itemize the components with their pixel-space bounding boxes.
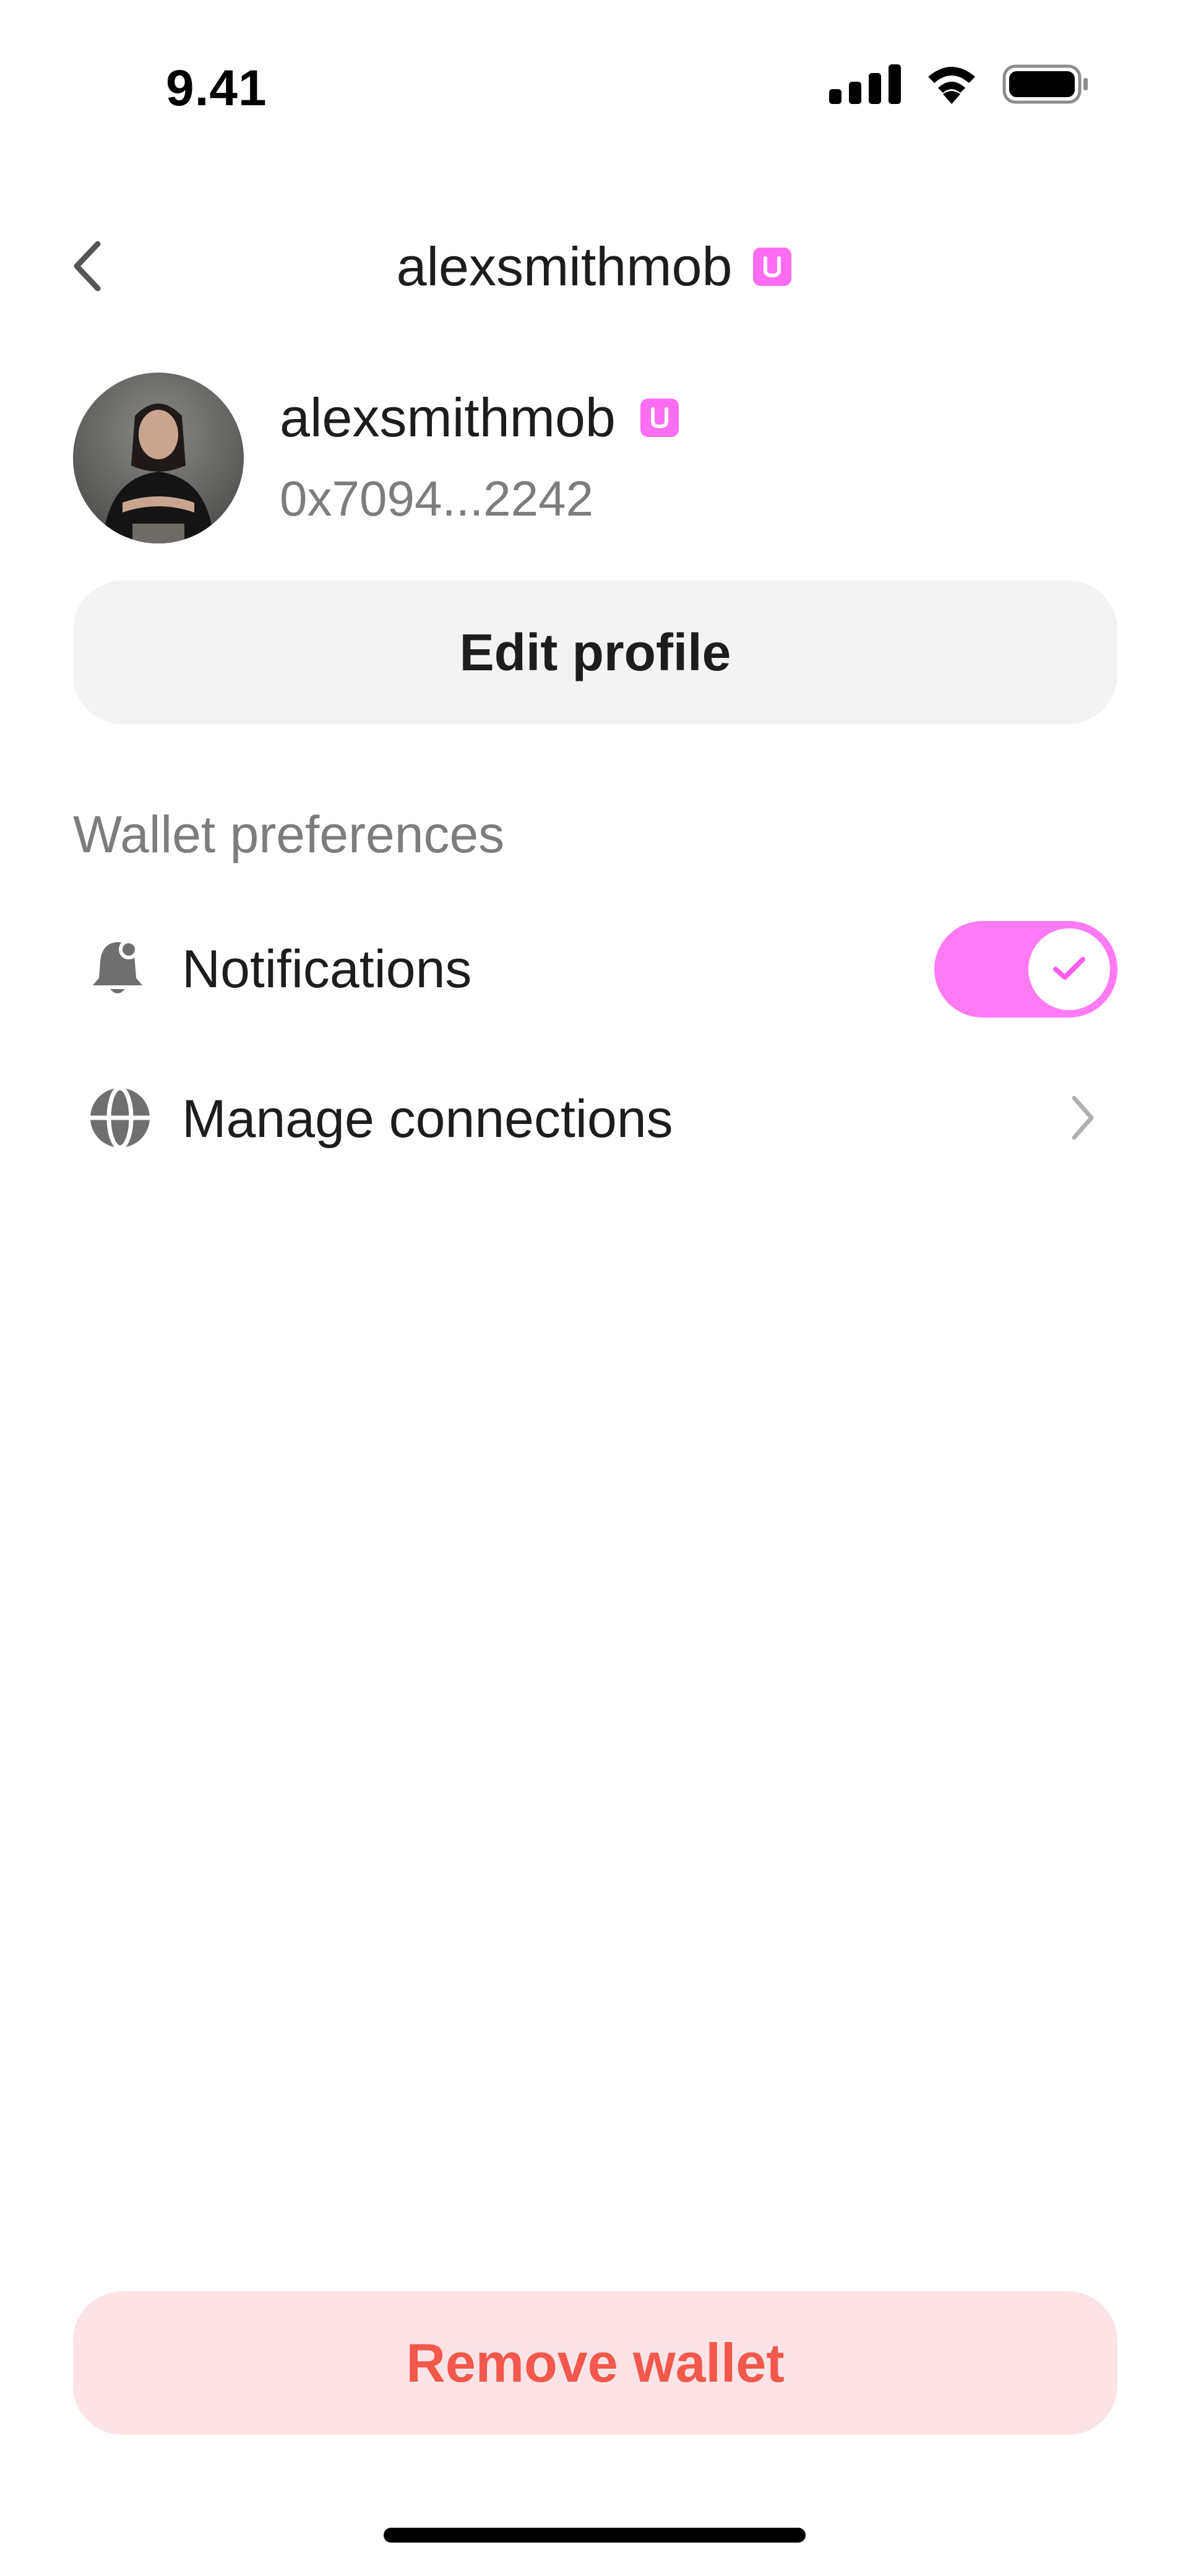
- checkmark-icon: [1052, 954, 1087, 985]
- manage-connections-label: Manage connections: [182, 1089, 673, 1149]
- profile-summary: alexsmithmob 0x7094...2242: [73, 373, 1125, 546]
- avatar[interactable]: [73, 373, 244, 543]
- status-bar: 9.41: [0, 0, 1188, 161]
- notifications-toggle[interactable]: [934, 921, 1117, 1018]
- wallet-address[interactable]: 0x7094...2242: [280, 470, 593, 527]
- status-time: 9.41: [166, 60, 267, 116]
- notifications-label: Notifications: [182, 939, 472, 999]
- remove-wallet-button[interactable]: Remove wallet: [73, 2291, 1117, 2435]
- bell-icon: [88, 937, 147, 1002]
- manage-connections-row[interactable]: Manage connections: [73, 1063, 1117, 1175]
- profile-name-row: alexsmithmob: [280, 386, 679, 449]
- chevron-right-icon: [1069, 1094, 1096, 1144]
- cellular-signal-icon: [829, 64, 901, 107]
- section-title-wallet-preferences: Wallet preferences: [73, 805, 505, 863]
- status-icons: [829, 64, 1089, 107]
- toggle-knob: [1028, 928, 1110, 1010]
- profile-name: alexsmithmob: [280, 387, 616, 448]
- battery-icon: [1002, 64, 1089, 107]
- notifications-row[interactable]: Notifications: [73, 914, 1117, 1025]
- home-indicator: [384, 2528, 806, 2543]
- u-badge-icon: [640, 399, 679, 437]
- wifi-icon: [924, 64, 979, 107]
- u-badge-icon: [753, 248, 792, 286]
- nav-header: alexsmithmob: [0, 223, 1188, 309]
- header-title-group: alexsmithmob: [0, 235, 1188, 298]
- page-title: alexsmithmob: [396, 236, 733, 297]
- edit-profile-button[interactable]: Edit profile: [73, 581, 1117, 724]
- globe-icon: [88, 1086, 152, 1153]
